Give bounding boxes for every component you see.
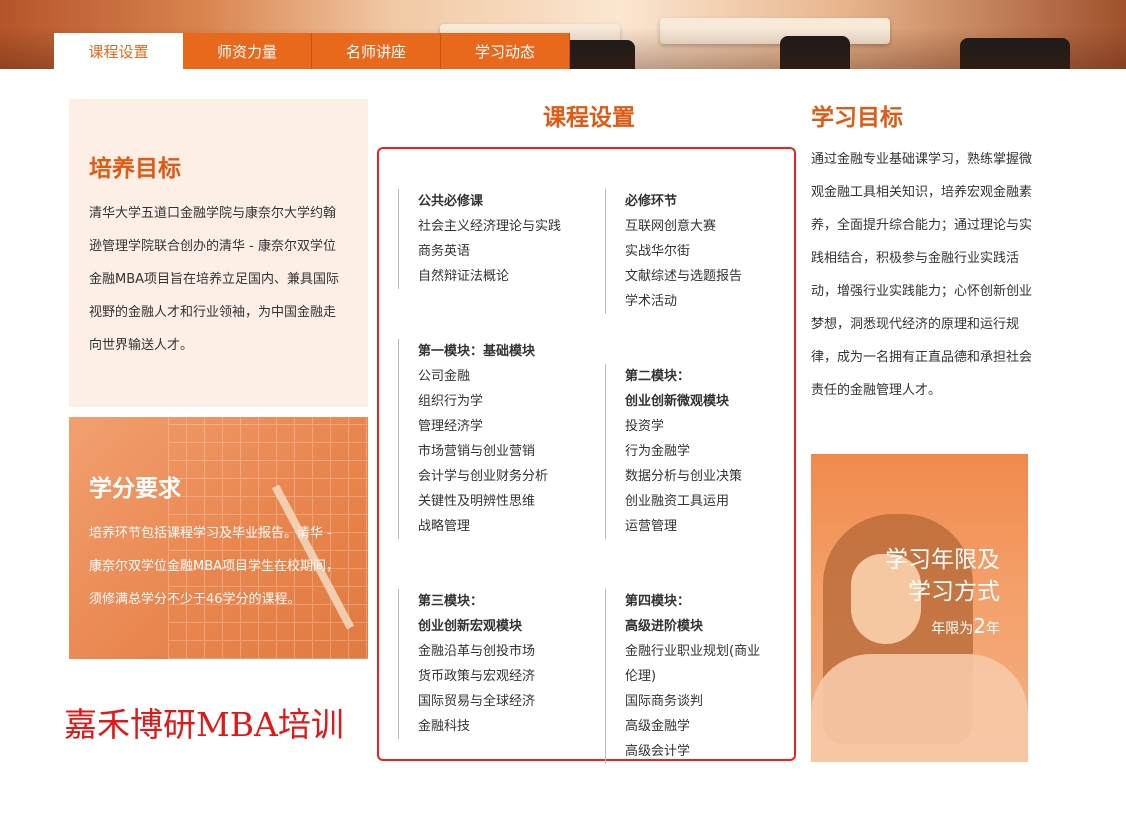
section-heading: 第二模块： bbox=[625, 369, 691, 384]
study-duration-banner[interactable]: 学习年限及 学习方式 年限为2年 bbox=[811, 454, 1028, 762]
course-item: 金融沿革与创投市场 bbox=[418, 644, 536, 659]
section-subheading: 创业创新宏观模块 bbox=[418, 619, 523, 634]
promo-title-line1: 学习年限及 bbox=[885, 547, 1000, 573]
course-item: 投资学 bbox=[625, 419, 665, 434]
course-item: 互联网创意大赛 bbox=[625, 219, 717, 234]
course-item: 自然辩证法概论 bbox=[418, 269, 510, 284]
course-item: 学术活动 bbox=[625, 294, 678, 309]
student-photo-body bbox=[811, 654, 1028, 762]
section-heading: 第一模块：基础模块 bbox=[418, 344, 536, 359]
credit-requirement-title: 学分要求 bbox=[89, 476, 181, 502]
tab-faculty[interactable]: 师资力量 bbox=[183, 33, 312, 69]
credit-requirement-text: 培养环节包括课程学习及毕业报告。清华 - 康奈尔双学位金融MBA项目学生在校期间… bbox=[89, 526, 340, 607]
promo-duration-value: 2 bbox=[973, 614, 986, 638]
course-item: 金融行业职业规划(商业 bbox=[625, 644, 761, 659]
course-settings-title: 课程设置 bbox=[543, 105, 635, 131]
tab-course-settings[interactable]: 课程设置 bbox=[54, 33, 183, 69]
promo-duration-unit: 年 bbox=[986, 621, 1000, 637]
training-goal-text: 清华大学五道口金融学院与康奈尔大学约翰逊管理学院联合创办的清华 - 康奈尔双学位… bbox=[89, 206, 340, 353]
module4-section: 第四模块： 高级进阶模块 金融行业职业规划(商业 伦理) 国际商务谈判 高级金融… bbox=[605, 589, 795, 764]
module2-section: 第二模块： 创业创新微观模块 投资学 行为金融学 数据分析与创业决策 创业融资工… bbox=[605, 364, 795, 539]
course-item: 创业融资工具运用 bbox=[625, 494, 730, 509]
section-heading: 必修环节 bbox=[625, 194, 678, 209]
course-item: 组织行为学 bbox=[418, 394, 484, 409]
module3-section: 第三模块： 创业创新宏观模块 金融沿革与创投市场 货币政策与宏观经济 国际贸易与… bbox=[398, 589, 608, 739]
course-item: 运营管理 bbox=[625, 519, 678, 534]
course-item: 关键性及明辨性思维 bbox=[418, 494, 536, 509]
course-item: 社会主义经济理论与实践 bbox=[418, 219, 562, 234]
required-link-section: 必修环节 互联网创意大赛 实战华尔街 文献综述与选题报告 学术活动 bbox=[605, 189, 795, 314]
course-item: 数据分析与创业决策 bbox=[625, 469, 743, 484]
course-item: 市场营销与创业营销 bbox=[418, 444, 536, 459]
section-heading: 公共必修课 bbox=[418, 194, 484, 209]
training-goal-title: 培养目标 bbox=[89, 156, 181, 182]
section-heading: 第四模块： bbox=[625, 594, 691, 609]
course-item: 实战华尔街 bbox=[625, 244, 691, 259]
watermark-text: 嘉禾博研MBA培训 bbox=[64, 705, 344, 744]
course-item: 国际贸易与全球经济 bbox=[418, 694, 536, 709]
course-item: 商务英语 bbox=[418, 244, 471, 259]
tab-lectures[interactable]: 名师讲座 bbox=[312, 33, 441, 69]
promo-duration-prefix: 年限为 bbox=[931, 621, 974, 637]
study-goal-text: 通过金融专业基础课学习，熟练掌握微观金融工具相关知识，培养宏观金融素养，全面提升… bbox=[811, 152, 1033, 398]
section-subheading: 高级进阶模块 bbox=[625, 619, 704, 634]
course-item: 战略管理 bbox=[418, 519, 471, 534]
promo-title: 学习年限及 学习方式 bbox=[885, 544, 1000, 608]
course-item: 公司金融 bbox=[418, 369, 471, 384]
course-item: 文献综述与选题报告 bbox=[625, 269, 743, 284]
course-item: 高级金融学 bbox=[625, 719, 691, 734]
course-item: 管理经济学 bbox=[418, 419, 484, 434]
course-item: 会计学与创业财务分析 bbox=[418, 469, 549, 484]
section-subheading: 创业创新微观模块 bbox=[625, 394, 730, 409]
study-goal-title: 学习目标 bbox=[811, 105, 903, 131]
course-item: 高级会计学 bbox=[625, 744, 691, 759]
course-item: 货币政策与宏观经济 bbox=[418, 669, 536, 684]
training-goal-card: 培养目标 清华大学五道口金融学院与康奈尔大学约翰逊管理学院联合创办的清华 - 康… bbox=[69, 99, 368, 407]
promo-duration: 年限为2年 bbox=[931, 614, 1000, 638]
module1-section: 第一模块：基础模块 公司金融 组织行为学 管理经济学 市场营销与创业营销 会计学… bbox=[398, 339, 608, 539]
tab-news[interactable]: 学习动态 bbox=[441, 33, 570, 69]
course-item: 国际商务谈判 bbox=[625, 694, 704, 709]
public-required-section: 公共必修课 社会主义经济理论与实践 商务英语 自然辩证法概论 bbox=[398, 189, 608, 289]
course-item: 行为金融学 bbox=[625, 444, 691, 459]
promo-title-line2: 学习方式 bbox=[908, 579, 1000, 605]
course-item: 伦理) bbox=[625, 669, 657, 684]
tab-bar: 课程设置 师资力量 名师讲座 学习动态 bbox=[54, 33, 570, 69]
course-item: 金融科技 bbox=[418, 719, 471, 734]
credit-requirement-card: 学分要求 培养环节包括课程学习及毕业报告。清华 - 康奈尔双学位金融MBA项目学… bbox=[69, 417, 368, 659]
section-heading: 第三模块： bbox=[418, 594, 484, 609]
